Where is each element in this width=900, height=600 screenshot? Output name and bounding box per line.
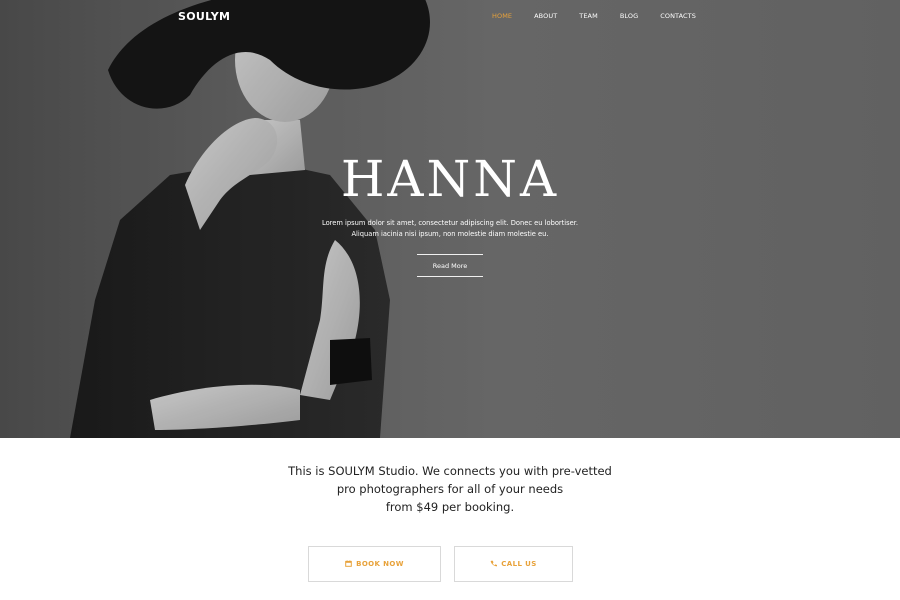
hero-title: HANNA bbox=[340, 150, 560, 208]
nav-item-blog[interactable]: BLOG bbox=[620, 12, 638, 20]
studio-intro-text: This is SOULYM Studio. We connects you w… bbox=[250, 462, 650, 516]
nav-item-team[interactable]: TEAM bbox=[579, 12, 598, 20]
intro-line-2: pro photographers for all of your needs bbox=[336, 482, 564, 496]
hero-section: SOULYM HOME ABOUT TEAM BLOG CONTACTS HAN… bbox=[0, 0, 900, 438]
nav-item-home[interactable]: HOME bbox=[492, 12, 512, 20]
intro-line-3: from $49 per booking. bbox=[385, 500, 515, 514]
calendar-icon bbox=[345, 559, 352, 569]
book-now-button[interactable]: BOOK NOW bbox=[308, 546, 441, 582]
nav-item-contacts[interactable]: CONTACTS bbox=[660, 12, 696, 20]
phone-icon bbox=[490, 560, 498, 569]
read-more-button[interactable]: Read More bbox=[417, 254, 483, 277]
nav-item-about[interactable]: ABOUT bbox=[534, 12, 557, 20]
top-navigation-bar: SOULYM HOME ABOUT TEAM BLOG CONTACTS bbox=[0, 0, 900, 34]
brand-logo[interactable]: SOULYM bbox=[178, 10, 230, 23]
hero-subtitle-line-1: Lorem ipsum dolor sit amet, consectetur … bbox=[321, 219, 578, 227]
main-nav: HOME ABOUT TEAM BLOG CONTACTS bbox=[492, 12, 718, 20]
call-us-button[interactable]: CALL US bbox=[454, 546, 573, 582]
hero-subtitle: Lorem ipsum dolor sit amet, consectetur … bbox=[300, 218, 600, 240]
hero-subtitle-line-2: Aliquam iacinia nisi ipsum, non molestie… bbox=[351, 230, 549, 238]
intro-line-1: This is SOULYM Studio. We connects you w… bbox=[288, 464, 612, 478]
call-us-label: CALL US bbox=[501, 560, 537, 568]
book-now-label: BOOK NOW bbox=[356, 560, 404, 568]
